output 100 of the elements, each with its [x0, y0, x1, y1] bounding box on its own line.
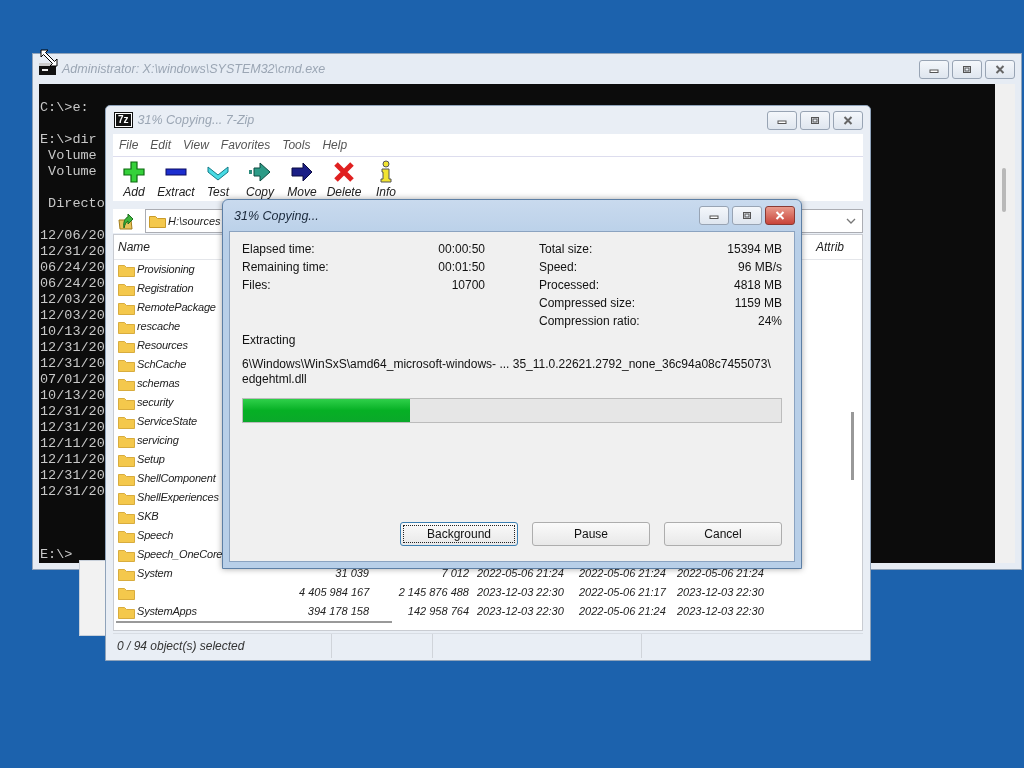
console-icon	[39, 63, 56, 75]
console-line: 12/31/20	[40, 484, 105, 500]
menu-item[interactable]: File	[113, 136, 145, 154]
file-name: rescache	[137, 319, 181, 334]
toolbar-button[interactable]: Info	[365, 157, 407, 200]
stat-value: 15394 MB	[727, 242, 782, 256]
console-line: 07/01/20	[40, 372, 105, 388]
console-line: 12/31/20	[40, 404, 105, 420]
console-line: Directo	[47, 196, 105, 212]
folder-icon	[118, 319, 135, 334]
table-cell-text: 142 958 764	[406, 604, 469, 619]
toolbar-button[interactable]: Move	[281, 157, 323, 200]
scrollbar-thumb[interactable]	[116, 621, 392, 623]
close-button[interactable]	[765, 206, 795, 225]
close-icon	[775, 211, 785, 220]
table-cell-text: 2022-05-06 21:24	[676, 566, 765, 581]
menu-item[interactable]: Tools	[276, 136, 317, 154]
file-name: ServiceState	[137, 414, 197, 429]
table-cell-text: 2023-12-03 22:30	[676, 604, 765, 619]
close-button[interactable]	[985, 59, 1015, 79]
close-button[interactable]	[833, 110, 863, 130]
file-name: RemotePackage	[137, 300, 216, 315]
file-name: Setup	[137, 452, 165, 467]
console-line: 12/31/20	[40, 340, 105, 356]
console-line: 12/31/20	[40, 468, 105, 484]
scrollbar-thumb[interactable]	[851, 412, 854, 480]
folder-icon	[149, 214, 166, 228]
console-line: E:\>dir	[40, 132, 97, 148]
folder-icon	[118, 300, 135, 315]
console-line: 10/13/20	[40, 324, 105, 340]
toolbar-button[interactable]: Copy	[239, 157, 281, 200]
console-line: 06/24/20	[40, 276, 105, 292]
folder-icon	[118, 585, 135, 600]
console-prompt: E:\>	[40, 547, 73, 563]
console-line: 06/24/20	[40, 260, 105, 276]
toolbar-button[interactable]: Delete	[323, 157, 365, 200]
window-title: Administrator: X:\windows\SYSTEM32\cmd.exe	[62, 62, 327, 76]
toolbar-button[interactable]: Add	[113, 157, 155, 200]
maximize-button[interactable]	[732, 206, 762, 225]
maximize-icon	[810, 115, 820, 125]
file-name: ShellComponent	[137, 471, 216, 486]
dialog-button[interactable]: Cancel	[664, 522, 782, 546]
stat-label: Compressed size:	[539, 296, 637, 310]
console-line: 12/11/20	[40, 452, 105, 468]
console-line: 12/11/20	[40, 436, 105, 452]
toolbar-button[interactable]: Test	[197, 157, 239, 200]
table-cell-text: 2 145 876 488	[397, 585, 469, 600]
console-line: 12/31/20	[40, 420, 105, 436]
folder-icon	[118, 414, 135, 429]
stat-label: Files:	[242, 278, 272, 292]
operation-label: Extracting	[242, 332, 297, 349]
file-name: System	[137, 566, 173, 581]
file-name: SystemApps	[137, 604, 197, 619]
column-header[interactable]: Name	[118, 235, 150, 259]
file-name: security	[137, 395, 174, 410]
menu-item[interactable]: Favorites	[214, 136, 277, 154]
menu-item[interactable]: Help	[316, 136, 354, 154]
console-line: 12/31/20	[40, 244, 105, 260]
stat-label: Elapsed time:	[242, 242, 316, 256]
stat-value: 96 MB/s	[737, 260, 782, 274]
folder-icon	[118, 566, 135, 581]
file-name: schemas	[137, 376, 180, 391]
dialog-button[interactable]: Background	[400, 522, 518, 546]
folder-icon	[118, 547, 135, 562]
folder-icon	[118, 509, 135, 524]
folder-icon	[118, 452, 135, 467]
maximize-button[interactable]	[952, 59, 982, 79]
folder-icon	[118, 281, 135, 296]
file-name: Registration	[137, 281, 194, 296]
console-line: 12/31/20	[40, 356, 105, 372]
folder-icon	[118, 471, 135, 486]
column-header[interactable]: Attrib	[806, 235, 844, 259]
plus-icon	[122, 160, 146, 184]
console-line: Volume	[47, 164, 97, 180]
stat-value: 24%	[756, 314, 782, 328]
menu-item[interactable]: View	[177, 136, 215, 154]
arrow-icon	[290, 160, 314, 184]
table-cell-text: 2023-12-03 22:30	[476, 585, 565, 600]
toolbar-button[interactable]: Extract	[155, 157, 197, 200]
file-name: Speech_OneCore	[137, 547, 223, 562]
scrollbar-thumb[interactable]	[1002, 168, 1006, 212]
dialog-button[interactable]: Pause	[532, 522, 650, 546]
menu-item[interactable]: Edit	[144, 136, 178, 154]
stat-value: 4818 MB	[732, 278, 782, 292]
table-cell-text: 2022-05-06 21:24	[476, 566, 565, 581]
status-text: 0 / 94 object(s) selected	[113, 634, 332, 658]
folder-icon	[118, 604, 135, 619]
file-name: Provisioning	[137, 262, 195, 277]
folder-icon	[118, 262, 135, 277]
scrollbar[interactable]	[995, 84, 1015, 563]
folder-icon	[118, 490, 135, 505]
stat-label: Speed:	[539, 260, 579, 274]
stat-label: Remaining time:	[242, 260, 330, 274]
stat-value: 00:01:50	[438, 260, 485, 274]
folder-icon	[118, 395, 135, 410]
stat-label: Processed:	[539, 278, 601, 292]
maximize-button[interactable]	[800, 110, 830, 130]
stat-value: 00:00:50	[438, 242, 485, 256]
maximize-icon	[742, 211, 752, 220]
console-line: Volume	[47, 148, 97, 164]
